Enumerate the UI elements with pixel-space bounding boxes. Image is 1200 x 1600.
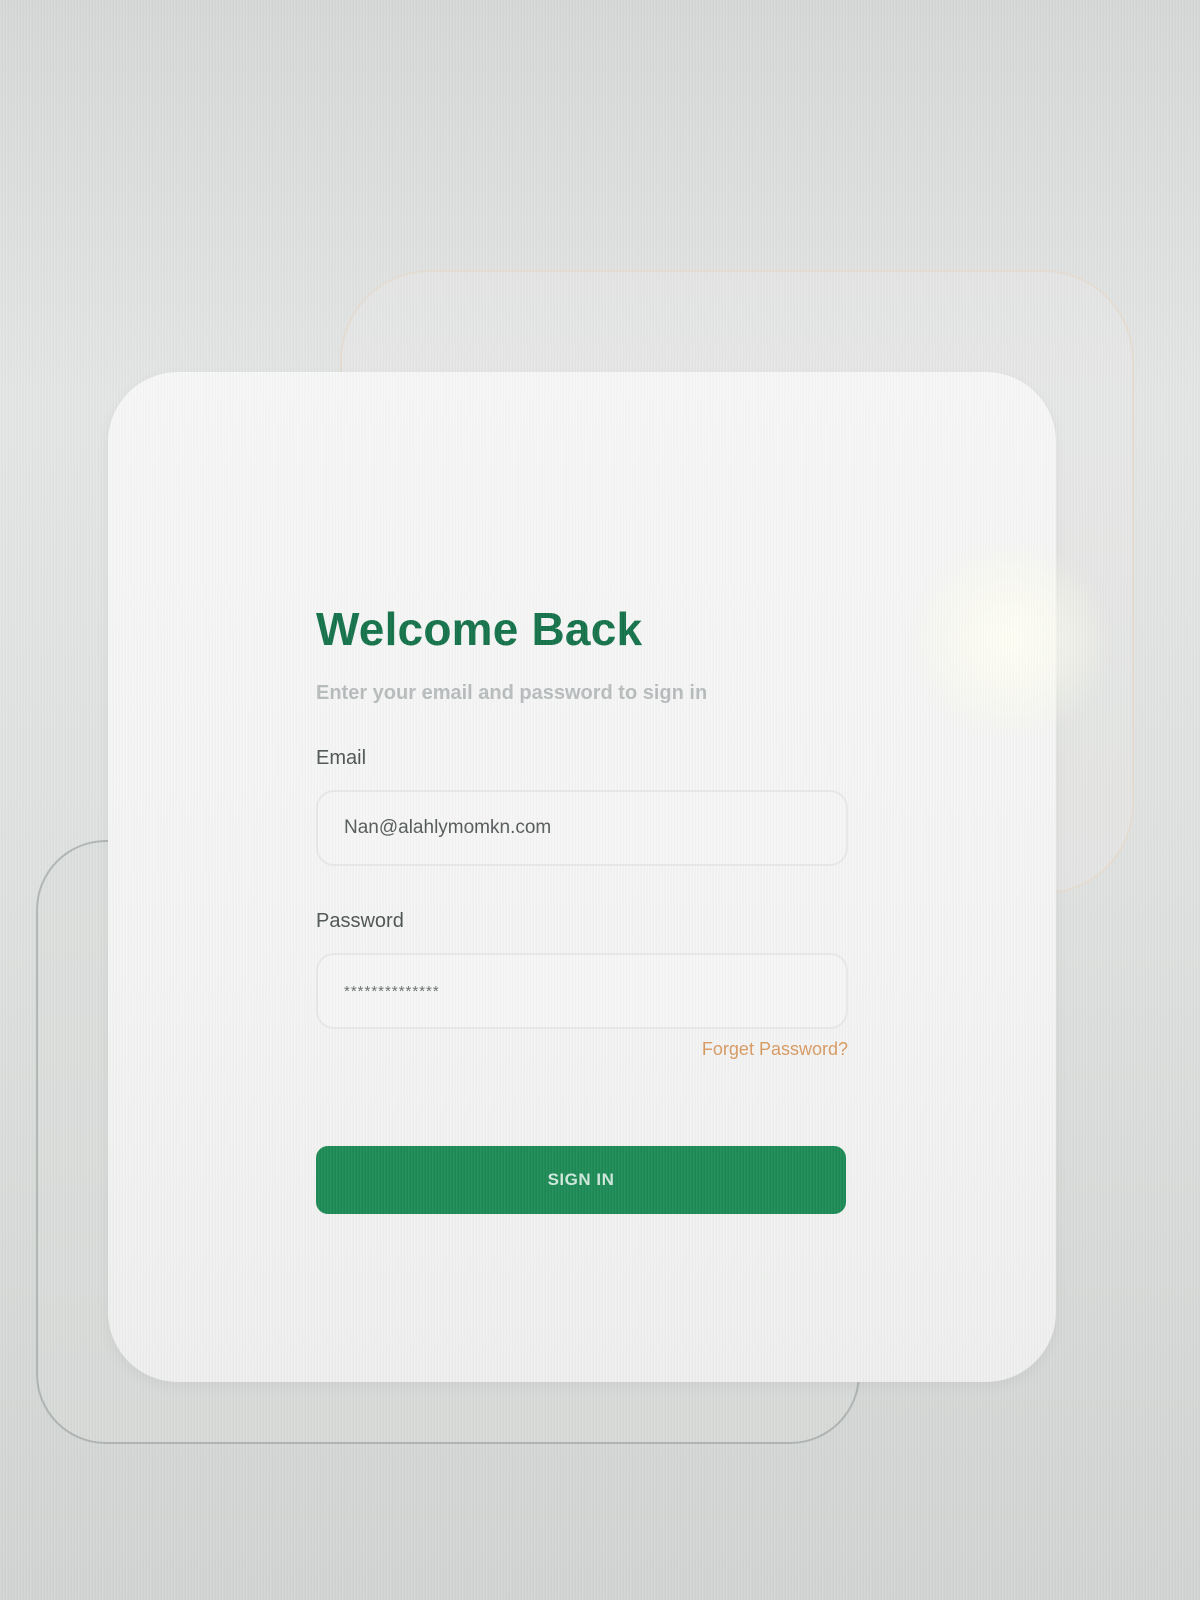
screen-glare: [900, 540, 1120, 740]
page-subtitle: Enter your email and password to sign in: [316, 682, 708, 704]
password-label: Password: [316, 910, 404, 932]
email-label: Email: [316, 747, 367, 769]
email-field[interactable]: [316, 790, 848, 866]
password-field[interactable]: [316, 953, 848, 1029]
login-card: Welcome Back Enter your email and passwo…: [108, 372, 1056, 1382]
page-title: Welcome Back: [316, 603, 643, 655]
login-form: Welcome Back Enter your email and passwo…: [316, 602, 856, 1214]
forgot-password-link[interactable]: Forget Password?: [316, 1039, 848, 1060]
sign-in-button[interactable]: SIGN IN: [316, 1146, 846, 1214]
